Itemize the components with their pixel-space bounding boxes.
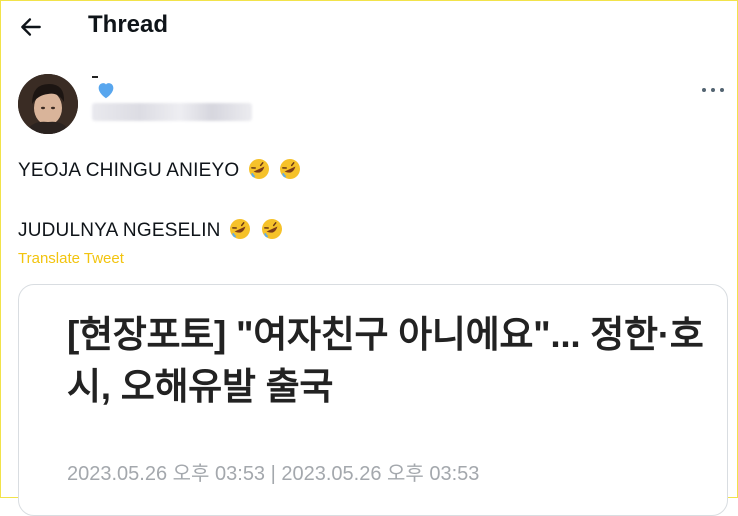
author-handle-redacted [92, 103, 252, 121]
rolling-on-floor-laughing-icon [248, 159, 269, 179]
thread-header: Thread [0, 0, 738, 52]
avatar[interactable] [18, 74, 78, 134]
translate-tweet-link[interactable]: Translate Tweet [18, 250, 124, 267]
tweet-text: JUDULNYA NGESELIN [18, 220, 221, 241]
card-dateline: 2023.05.26 오후 03:53 | 2023.05.26 오후 03:5… [67, 463, 480, 485]
tweet-text-line-1: YEOJA CHINGU ANIEYO [18, 157, 302, 182]
link-card[interactable]: [현장포토] "여자친구 아니에요"... 정한·호시, 오해유발 출국 202… [18, 284, 728, 516]
arrow-left-icon[interactable] [18, 14, 44, 40]
more-horizontal-icon[interactable] [700, 84, 728, 96]
page-title: Thread [88, 11, 169, 38]
rolling-on-floor-laughing-icon [261, 219, 282, 239]
rolling-on-floor-laughing-icon [230, 219, 251, 239]
tweet-text: YEOJA CHINGU ANIEYO [18, 160, 240, 181]
verified-badge-icon [98, 83, 114, 99]
card-headline: [현장포토] "여자친구 아니에요"... 정한·호시, 오해유발 출국 [67, 314, 704, 407]
rolling-on-floor-laughing-icon [280, 159, 301, 179]
author-name-fragment [92, 76, 98, 78]
tweet-text-line-2: JUDULNYA NGESELIN [18, 217, 284, 242]
